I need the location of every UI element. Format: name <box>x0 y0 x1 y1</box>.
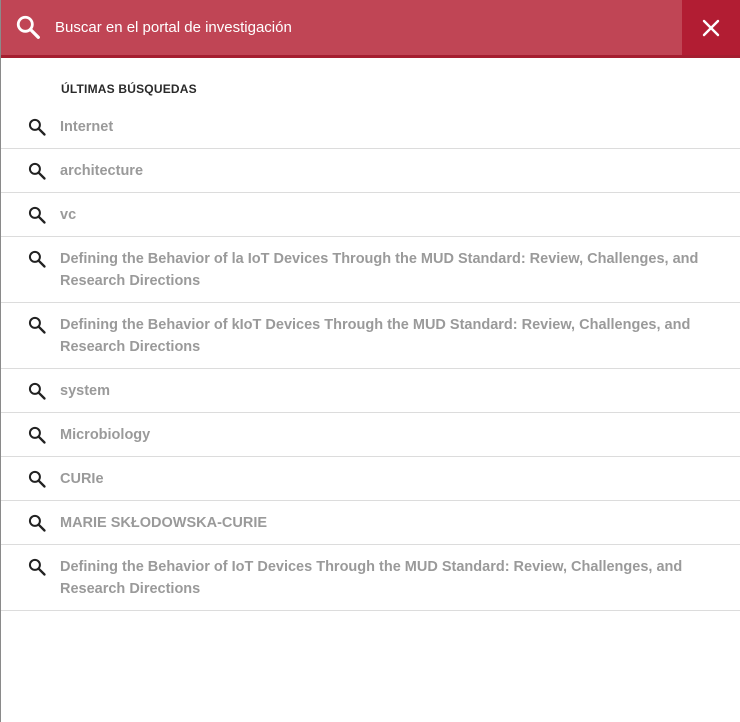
recent-search-item[interactable]: CURIe <box>1 457 740 501</box>
recent-search-label: CURIe <box>60 471 104 487</box>
search-icon <box>28 470 46 488</box>
recent-search-item[interactable]: system <box>1 369 740 413</box>
recent-search-label: architecture <box>60 163 144 179</box>
recent-search-item[interactable]: MARIE SKŁODOWSKA-CURIE <box>1 501 740 545</box>
recent-search-label: MARIE SKŁODOWSKA-CURIE <box>60 515 268 531</box>
recent-search-label: Defining the Behavior of IoT Devices Thr… <box>60 559 683 597</box>
search-icon <box>16 15 40 39</box>
search-icon <box>28 514 46 532</box>
close-icon <box>702 19 720 36</box>
search-icon <box>28 316 46 334</box>
recent-search-item[interactable]: Defining the Behavior of IoT Devices Thr… <box>1 545 740 611</box>
search-icon <box>28 162 46 180</box>
recent-search-item[interactable]: Internet <box>1 105 740 149</box>
recent-search-label: Internet <box>60 119 114 135</box>
search-bar <box>1 0 740 58</box>
recent-searches-title: ÚLTIMAS BÚSQUEDAS <box>61 82 197 96</box>
recent-search-item[interactable]: Defining the Behavior of kIoT Devices Th… <box>1 303 740 369</box>
recent-search-label: system <box>60 383 110 399</box>
close-button[interactable] <box>682 0 740 55</box>
search-input[interactable] <box>55 0 675 55</box>
search-icon <box>28 250 46 268</box>
recent-search-label: Microbiology <box>60 427 151 443</box>
recent-search-item[interactable]: Microbiology <box>1 413 740 457</box>
search-icon <box>28 206 46 224</box>
recent-search-label: Defining the Behavior of kIoT Devices Th… <box>60 317 691 355</box>
recent-search-item[interactable]: architecture <box>1 149 740 193</box>
recent-search-item[interactable]: Defining the Behavior of la IoT Devices … <box>1 237 740 303</box>
search-overlay: ÚLTIMAS BÚSQUEDAS Internet architecture … <box>0 0 740 722</box>
recent-search-label: Defining the Behavior of la IoT Devices … <box>60 251 699 289</box>
recent-searches-list: Internet architecture vc Defining the Be… <box>1 105 740 611</box>
search-icon <box>28 558 46 576</box>
search-icon <box>28 382 46 400</box>
recent-search-item[interactable]: vc <box>1 193 740 237</box>
recent-search-label: vc <box>60 207 77 223</box>
search-icon <box>28 426 46 444</box>
search-icon <box>28 118 46 136</box>
